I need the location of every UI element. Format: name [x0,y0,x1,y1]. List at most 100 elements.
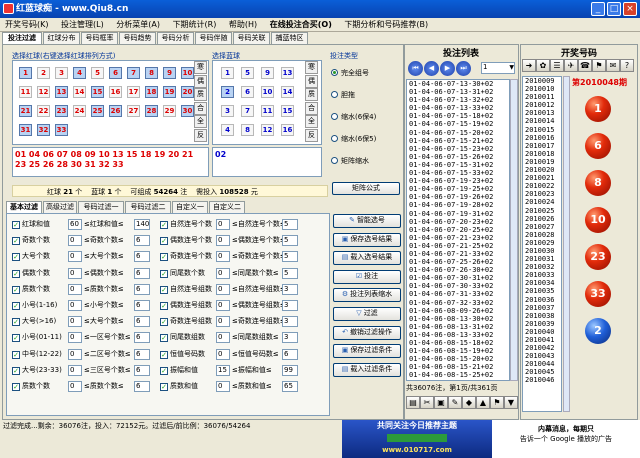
filter-min-input[interactable]: 0 [216,348,230,360]
draw-period-row[interactable]: 2010016 [525,134,561,142]
filter-min-input[interactable]: 0 [68,332,82,344]
filter-checkbox[interactable]: ✓ [12,253,20,262]
menu-online-bet[interactable]: 在线投注合买(O) [265,18,337,32]
red-ball[interactable]: 5 [91,67,104,79]
filter-checkbox[interactable]: ✓ [12,350,20,359]
filter-max-input[interactable]: 5 [282,235,298,247]
red-ball[interactable]: 13 [55,86,68,98]
filter-min-input[interactable]: 15 [216,364,230,376]
blue-ball[interactable]: 9 [261,67,274,79]
draw-period-row[interactable]: 2010033 [525,271,561,279]
filter-checkbox[interactable]: ✓ [160,366,168,375]
draw-tool-button[interactable]: ⚑ [592,59,606,72]
action-button[interactable]: ▽ 过滤 [333,307,401,321]
bet-row[interactable]: 01-04-06-07-13-30+02 [409,80,509,88]
draw-period-row[interactable]: 2010039 [525,320,561,328]
red-ball[interactable]: 30 [181,105,194,117]
tab-analysis[interactable]: 号码分析 [157,32,194,44]
draw-period-row[interactable]: 2010036 [525,296,561,304]
filter-min-input[interactable]: 0 [216,332,230,344]
red-side-button[interactable]: 反 [194,128,207,142]
red-ball[interactable]: 7 [127,67,140,79]
matrix-formula-button[interactable]: 矩阵公式 [332,182,400,195]
filter-min-input[interactable]: 0 [216,267,230,279]
tool-button[interactable]: ▲ [476,396,490,409]
red-ball[interactable]: 18 [145,86,158,98]
action-button[interactable]: ▤ 载入过滤条件 [333,362,401,377]
tool-button[interactable]: ◆ [462,396,476,409]
filter-min-input[interactable]: 0 [68,364,82,376]
red-ball[interactable]: 22 [37,105,50,117]
draw-period-row[interactable]: 2010017 [525,142,561,150]
bet-row[interactable]: 01-04-06-08-15-19+02 [409,347,509,355]
red-ball[interactable]: 26 [109,105,122,117]
filter-checkbox[interactable]: ✓ [160,302,168,310]
filter-tab[interactable]: 号码过滤二 [125,201,171,213]
blue-side-button[interactable]: 偶 [305,74,318,88]
filter-checkbox[interactable]: ✓ [12,237,20,246]
filter-checkbox[interactable]: ✓ [12,221,20,229]
nav-button[interactable]: ◀ [424,61,439,76]
filter-min-input[interactable]: 0 [216,235,230,247]
bet-row[interactable]: 01-04-06-07-15-33+02 [409,169,509,177]
blue-side-button[interactable]: 质 [305,88,318,101]
tab-blue-zone[interactable]: 捕蓝特区 [271,32,308,44]
menu-bet-manage[interactable]: 投注管理(L) [56,18,109,32]
bet-row[interactable]: 01-04-06-07-13-33+02 [409,104,509,112]
tab-red-dist[interactable]: 红球分布 [43,32,80,44]
filter-checkbox[interactable]: ✓ [160,383,168,391]
blue-side-button[interactable]: 寒 [305,61,318,74]
filter-max-input[interactable]: 5 [282,219,298,230]
red-side-button[interactable]: 质 [194,88,207,101]
blue-ball[interactable]: 4 [221,124,234,136]
blue-ball[interactable]: 16 [281,124,294,136]
filter-checkbox[interactable]: ✓ [160,350,168,359]
draw-period-row[interactable]: 2010041 [525,336,561,344]
filter-checkbox[interactable]: ✓ [160,253,168,262]
red-side-button[interactable]: 偶 [194,74,207,88]
filter-max-input[interactable]: 6 [134,381,150,392]
draw-period-row[interactable]: 2010040 [525,328,561,336]
action-button[interactable]: ⚙ 投注列表缩水 [333,288,401,303]
bet-row[interactable]: 01-04-06-07-30-31+02 [409,274,509,282]
red-ball[interactable]: 14 [73,86,86,98]
tab-companion[interactable]: 号码伴随 [195,32,232,44]
bet-type-option[interactable]: 缩水(6保4) [331,112,376,122]
filter-max-input[interactable]: 140 [134,219,150,230]
bet-row[interactable]: 01-04-06-07-19-25+02 [409,185,509,193]
filter-min-input[interactable]: 60 [68,219,82,230]
blue-ball[interactable]: 8 [241,124,254,136]
bet-row[interactable]: 01-04-06-07-20-25+02 [409,226,509,234]
draw-period-row[interactable]: 2010022 [525,182,561,190]
bet-row[interactable]: 01-04-06-07-19-26+02 [409,193,509,201]
action-button[interactable]: ▣ 保存过滤条件 [333,344,401,359]
draw-period-row[interactable]: 2010024 [525,198,561,206]
action-button[interactable]: ▣ 保存选号结果 [333,232,401,247]
filter-max-input[interactable]: 6 [134,348,150,360]
red-ball[interactable]: 1 [19,67,32,79]
red-ball[interactable]: 21 [19,105,32,117]
bet-type-option[interactable]: 胆拖 [331,90,355,100]
bet-row[interactable]: 01-04-06-07-26-30+02 [409,266,509,274]
draw-tool-button[interactable]: ☎ [578,59,592,72]
menu-draw-numbers[interactable]: 开奖号码(K) [0,18,54,32]
draw-tool-button[interactable]: ✿ [536,59,550,72]
action-button[interactable]: ☑ 投注 [333,269,401,284]
minimize-button[interactable]: _ [591,2,605,16]
tool-button[interactable]: ⚑ [490,396,504,409]
filter-min-input[interactable]: 0 [216,219,230,230]
draw-period-row[interactable]: 2010021 [525,174,561,182]
draw-period-row[interactable]: 2010013 [525,109,561,117]
filter-max-input[interactable]: 3 [282,300,298,311]
blue-ball[interactable]: 6 [241,86,254,98]
bet-row[interactable]: 01-04-06-07-15-31+02 [409,161,509,169]
filter-max-input[interactable]: 3 [282,316,298,328]
nav-button[interactable]: ⏭ [456,61,471,76]
red-ball[interactable]: 4 [73,67,86,79]
filter-max-input[interactable]: 5 [282,251,298,263]
blue-ball[interactable]: 15 [281,105,294,117]
filter-checkbox[interactable]: ✓ [12,302,20,310]
filter-max-input[interactable]: 6 [134,300,150,311]
blue-side-button[interactable]: 全 [305,115,318,128]
filter-checkbox[interactable]: ✓ [12,383,20,391]
